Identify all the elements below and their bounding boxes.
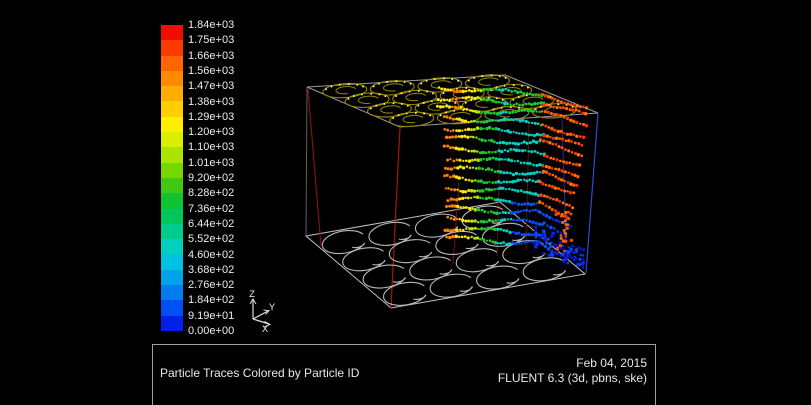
- particle-traces: [436, 86, 588, 269]
- caption-box: Particle Traces Colored by Particle ID F…: [152, 344, 656, 405]
- caption-title: Particle Traces Colored by Particle ID: [160, 366, 359, 380]
- fluent-graphics-window: 1.84e+031.75e+031.66e+031.56e+031.47e+03…: [0, 0, 811, 405]
- axis-z-label: Z: [249, 289, 255, 300]
- axis-triad: Z Y X: [249, 289, 276, 335]
- caption-app-version: FLUENT 6.3 (3d, pbns, ske): [498, 371, 647, 386]
- axis-y-label: Y: [269, 302, 276, 313]
- caption-date: Feb 04, 2015: [498, 356, 647, 371]
- swirl-patterns-bottom: [321, 203, 567, 308]
